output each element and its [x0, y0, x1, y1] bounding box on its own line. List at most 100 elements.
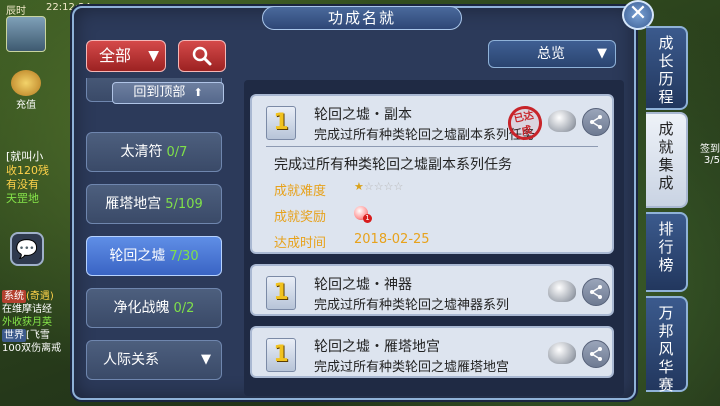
chat-line: 外收获月英	[2, 316, 72, 329]
side-tab[interactable]: 万邦风华赛	[646, 296, 688, 394]
achievement-desc: 完成过所有种类轮回之墟神器系列	[314, 298, 510, 313]
category-item[interactable]: 轮回之墟 7/30	[86, 236, 222, 276]
filter-label: 全部	[99, 46, 132, 65]
back-to-top-label: 回到顶部	[133, 85, 186, 100]
tab-label-char: 程	[658, 88, 674, 106]
overview-label: 总览	[537, 46, 565, 62]
panel-title: 功成名就	[262, 6, 462, 30]
tab-label-char: 赛	[658, 376, 674, 394]
tab-label-char: 就	[658, 138, 674, 156]
rank-badge: 1	[266, 106, 296, 140]
chat-text: (奇遇)	[26, 291, 54, 302]
category-item[interactable]: 雁塔地宫 5/109	[86, 184, 222, 224]
reward-items[interactable]: 1	[354, 206, 372, 224]
side-tab[interactable]: 排行榜	[646, 212, 688, 292]
close-icon: ✕	[628, 1, 648, 26]
category-item[interactable]: 净化战魄 0/2	[86, 288, 222, 328]
difficulty-label: 成就难度	[274, 184, 327, 199]
arrow-up-icon: ⬆	[193, 86, 203, 99]
back-to-top-button[interactable]: 回到顶部 ⬆	[112, 82, 224, 104]
tab-label-char: 榜	[658, 256, 674, 274]
star-icon: ☆	[393, 180, 404, 193]
chat-line: 系统 (奇遇)	[2, 290, 72, 303]
tab-label-char: 风	[658, 340, 674, 358]
category-count: 7/30	[169, 249, 199, 264]
category-count: 5/109	[165, 197, 203, 212]
filter-dropdown[interactable]: 全部 ▼	[86, 40, 166, 72]
completion-date: 2018-02-25	[354, 232, 430, 247]
player-avatar[interactable]	[6, 16, 46, 52]
reward-count-badge: 1	[363, 214, 372, 223]
search-icon	[192, 46, 212, 66]
reward-label: 成就奖励	[274, 210, 327, 225]
chat-channel-tag: 世界	[2, 329, 26, 342]
tab-label-char: 排	[658, 220, 674, 238]
category-list[interactable]: 回到顶部 ⬆ 太清符 0/7 雁塔地宫 5/109 轮回之墟 7/30 净化战魄 0/2 人际关…	[82, 78, 232, 396]
tab-label-char: 行	[658, 238, 674, 256]
tab-label-char: 华	[658, 358, 674, 376]
detail-description: 完成过所有种类轮回之墟副本系列任务	[274, 157, 512, 173]
chevron-down-icon: ▼	[148, 48, 159, 64]
category-name: 雁塔地宫	[105, 196, 162, 212]
chat-line: 天罡地	[6, 192, 39, 205]
share-button[interactable]	[582, 108, 610, 136]
share-icon	[590, 115, 602, 129]
category-name: 净化战魄	[113, 300, 170, 316]
star-icon: ☆	[383, 180, 394, 193]
star-icon: ☆	[373, 180, 384, 193]
chat-channel-tag: 系统	[2, 290, 26, 303]
share-button[interactable]	[582, 340, 610, 368]
achievement-list[interactable]: 1 轮回之墟・副本 完成过所有种类轮回之墟副本系列任务 已达成 完成过所有种类轮回之墟副…	[244, 80, 624, 396]
category-count: 0/2	[173, 301, 195, 316]
time-row: 达成时间 2018-02-25	[274, 232, 430, 251]
chat-text: 外收获月英	[2, 317, 52, 328]
chat-text: 在维摩诘经	[2, 304, 52, 315]
achievement-desc: 完成过所有种类轮回之墟雁塔地宫	[314, 360, 510, 375]
rank-badge: 1	[266, 338, 296, 372]
achievement-card[interactable]: 1 轮回之墟・雁塔地宫 完成过所有种类轮回之墟雁塔地宫	[250, 326, 614, 378]
chat-line: 在维摩诘经	[2, 303, 72, 316]
share-icon	[590, 347, 602, 361]
coin-icon	[11, 70, 41, 96]
tab-label-char: 邦	[658, 322, 674, 340]
chat-line: 收120残	[6, 164, 49, 177]
share-button[interactable]	[582, 278, 610, 306]
difficulty-row: 成就难度 ★☆☆☆☆	[274, 180, 403, 199]
chat-line: 有没有	[6, 178, 39, 191]
side-tab[interactable]: 成长历程	[646, 26, 688, 110]
tab-label-char: 成	[658, 174, 674, 192]
category-item[interactable]: 人际关系 ▼	[86, 340, 222, 380]
tab-label-char: 万	[658, 304, 674, 322]
category-name: 人际关系	[103, 352, 159, 368]
chat-bubble-icon[interactable]: 💬	[10, 232, 44, 266]
chat-line: [就叫小	[6, 150, 44, 163]
recharge-button[interactable]: 充值	[6, 70, 46, 114]
chat-line: 世界 [飞雪	[2, 329, 72, 342]
reward-row: 成就奖励 1	[274, 206, 372, 225]
category-item[interactable]: 太清符 0/7	[86, 132, 222, 172]
search-button[interactable]	[178, 40, 226, 72]
silver-ingot-icon	[548, 110, 576, 132]
achievement-card[interactable]: 1 轮回之墟・副本 完成过所有种类轮回之墟副本系列任务 已达成 完成过所有种类轮回之墟副…	[250, 94, 614, 254]
achievement-card[interactable]: 1 轮回之墟・神器 完成过所有种类轮回之墟神器系列	[250, 264, 614, 316]
tab-label-char: 集	[658, 156, 674, 174]
chat-text: 100双伤离戒	[2, 343, 62, 354]
detail-divider	[266, 146, 598, 147]
side-tab[interactable]: 成就集成	[646, 112, 688, 208]
silver-ingot-icon	[548, 280, 576, 302]
tab-label-char: 成	[658, 34, 674, 52]
reward-item-icon[interactable]: 1	[354, 206, 372, 223]
tab-label-char: 历	[658, 70, 674, 88]
share-icon	[590, 285, 602, 299]
chat-text: [飞雪	[26, 330, 50, 341]
chat-log[interactable]: 系统 (奇遇) 在维摩诘经 外收获月英 世界 [飞雪 100双伤离戒	[2, 290, 72, 355]
overview-dropdown[interactable]: 总览 ▼	[488, 40, 616, 68]
chevron-down-icon: ▼	[201, 352, 211, 367]
chat-panel[interactable]: [就叫小 收120残 有没有 天罡地	[6, 150, 74, 206]
chevron-down-icon: ▼	[597, 46, 607, 61]
silver-ingot-icon	[548, 342, 576, 364]
star-icon: ★	[354, 180, 364, 193]
star-icon: ☆	[363, 180, 374, 193]
category-name: 太清符	[120, 144, 163, 160]
time-label: 达成时间	[274, 236, 327, 251]
